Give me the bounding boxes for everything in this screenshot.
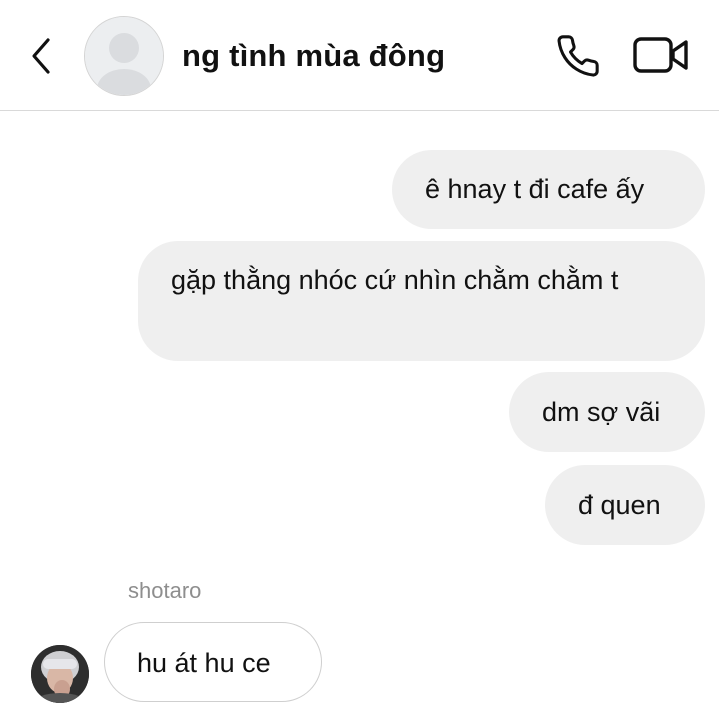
audio-call-button[interactable] <box>553 33 603 79</box>
message-bubble-outgoing[interactable]: gặp thằng nhóc cứ nhìn chằm chằm t <box>138 241 705 361</box>
message-bubble-outgoing[interactable]: dm sợ vãi <box>509 372 705 452</box>
sender-avatar[interactable] <box>31 645 89 703</box>
profile-photo-icon <box>31 645 89 703</box>
back-button[interactable] <box>28 36 60 76</box>
default-avatar-icon <box>85 17 163 95</box>
message-text: đ quen <box>578 490 661 520</box>
video-camera-icon <box>633 37 688 73</box>
phone-icon <box>557 35 599 77</box>
video-call-button[interactable] <box>632 35 690 75</box>
chat-header: ng tình mùa đông <box>0 0 719 111</box>
chevron-left-icon <box>32 38 50 74</box>
message-bubble-outgoing[interactable]: ê hnay t đi cafe ấy <box>392 150 705 229</box>
chat-title[interactable]: ng tình mùa đông <box>182 38 445 74</box>
sender-name: shotaro <box>128 578 202 603</box>
message-text: dm sợ vãi <box>542 397 661 427</box>
message-text: gặp thằng nhóc cứ nhìn chằm chằm t <box>171 265 619 295</box>
message-bubble-incoming[interactable]: hu át hu ce <box>104 622 322 702</box>
contact-avatar[interactable] <box>84 16 164 96</box>
message-bubble-outgoing[interactable]: đ quen <box>545 465 705 545</box>
message-text: ê hnay t đi cafe ấy <box>425 174 645 204</box>
message-text: hu át hu ce <box>137 648 271 678</box>
